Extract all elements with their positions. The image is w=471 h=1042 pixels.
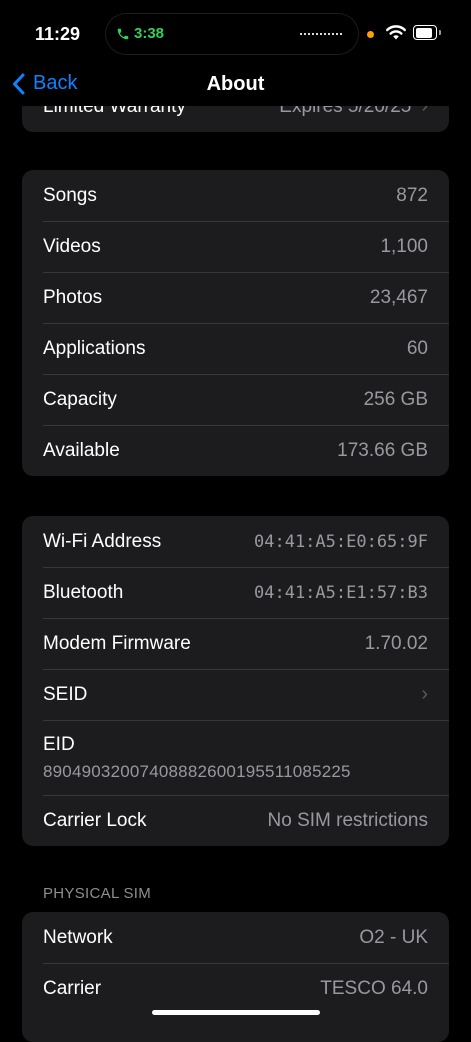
capacity-label: Capacity <box>43 388 117 410</box>
audio-waveform-icon <box>300 33 344 35</box>
photos-row: Photos 23,467 <box>22 272 449 323</box>
videos-label: Videos <box>43 235 101 257</box>
videos-row: Videos 1,100 <box>22 221 449 272</box>
media-group: Songs 872 Videos 1,100 Photos 23,467 App… <box>22 170 449 476</box>
seid-row[interactable]: SEID › <box>22 669 449 720</box>
eid-label: EID <box>43 733 75 755</box>
available-value: 173.66 GB <box>337 439 428 461</box>
eid-row: EID 89049032007408882600195511085225 <box>22 720 449 795</box>
wifi-address-value: 04:41:A5:E0:65:9F <box>254 531 428 552</box>
applications-row: Applications 60 <box>22 323 449 374</box>
dynamic-island[interactable]: 3:38 <box>106 14 358 54</box>
songs-row: Songs 872 <box>22 170 449 221</box>
carrier-lock-label: Carrier Lock <box>43 809 147 831</box>
eid-value: 89049032007408882600195511085225 <box>43 761 351 781</box>
modem-firmware-label: Modem Firmware <box>43 632 191 654</box>
physical-sim-header: PHYSICAL SIM <box>43 885 152 902</box>
wifi-icon <box>386 25 406 40</box>
applications-label: Applications <box>43 337 146 359</box>
phone-icon <box>117 28 129 39</box>
chevron-right-icon: › <box>421 683 428 705</box>
navigation-bar-front: Back About <box>0 66 471 106</box>
physical-sim-group: Network O2 - UK Carrier TESCO 64.0 <box>22 912 449 1042</box>
page-title: About <box>206 73 265 95</box>
network-group: Wi-Fi Address 04:41:A5:E0:65:9F Bluetoot… <box>22 516 449 846</box>
bluetooth-label: Bluetooth <box>43 581 124 603</box>
battery-icon <box>413 25 441 40</box>
songs-label: Songs <box>43 184 97 206</box>
privacy-indicator-dot <box>367 31 374 38</box>
wifi-address-row: Wi-Fi Address 04:41:A5:E0:65:9F <box>22 516 449 567</box>
carrier-row: Carrier TESCO 64.0 <box>22 963 449 1014</box>
photos-value: 23,467 <box>369 286 428 308</box>
status-time: 11:29 <box>35 24 81 44</box>
carrier-value: TESCO 64.0 <box>320 977 428 999</box>
network-row: Network O2 - UK <box>22 912 449 963</box>
capacity-value: 256 GB <box>363 388 428 410</box>
bluetooth-row: Bluetooth 04:41:A5:E1:57:B3 <box>22 567 449 618</box>
carrier-label: Carrier <box>43 977 102 999</box>
modem-firmware-row: Modem Firmware 1.70.02 <box>22 618 449 669</box>
songs-value: 872 <box>396 184 428 206</box>
photos-label: Photos <box>43 286 103 308</box>
available-label: Available <box>43 439 120 461</box>
bluetooth-value: 04:41:A5:E1:57:B3 <box>254 582 428 603</box>
network-label: Network <box>43 926 113 948</box>
modem-firmware-value: 1.70.02 <box>364 632 428 654</box>
capacity-row: Capacity 256 GB <box>22 374 449 425</box>
carrier-lock-value: No SIM restrictions <box>267 809 428 831</box>
videos-value: 1,100 <box>380 235 428 257</box>
wifi-address-label: Wi-Fi Address <box>43 530 162 552</box>
network-value: O2 - UK <box>359 926 428 948</box>
status-bar: 11:29 3:38 <box>0 0 471 66</box>
available-row: Available 173.66 GB <box>22 425 449 476</box>
home-indicator[interactable] <box>152 1010 320 1015</box>
applications-value: 60 <box>406 337 428 359</box>
carrier-lock-row: Carrier Lock No SIM restrictions <box>22 795 449 846</box>
seid-label: SEID <box>43 683 88 705</box>
call-timer: 3:38 <box>134 25 165 42</box>
call-indicator: 3:38 <box>116 25 164 42</box>
